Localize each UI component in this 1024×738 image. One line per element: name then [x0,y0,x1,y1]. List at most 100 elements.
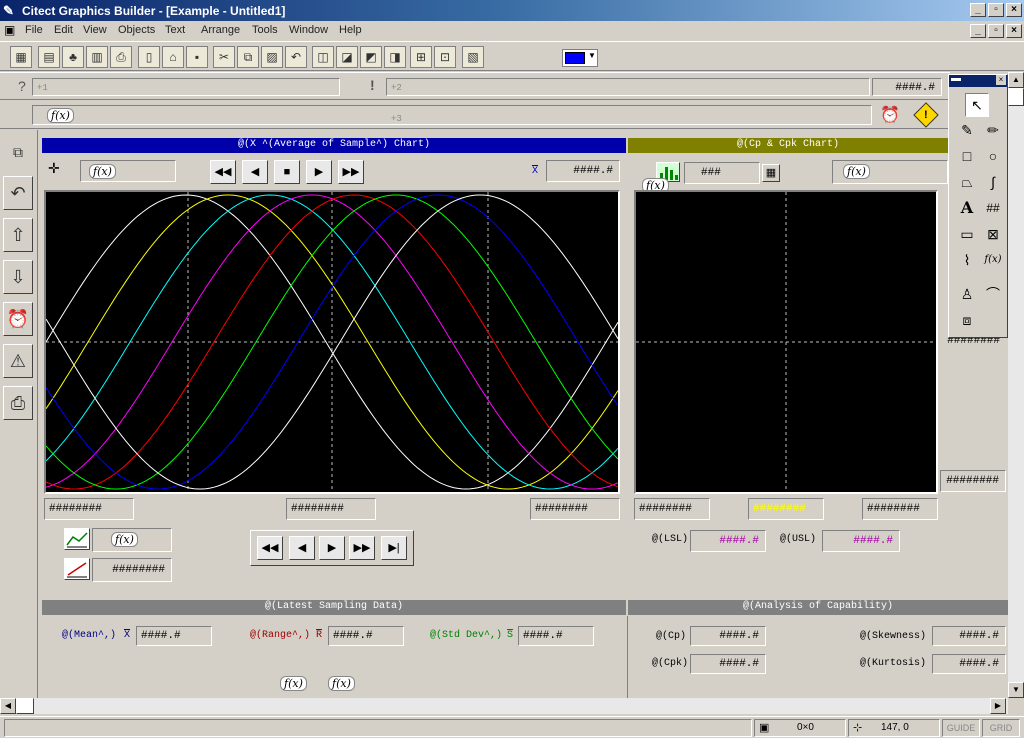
cicode-tool-icon[interactable]: f(x) [981,249,1005,273]
page-icon[interactable]: ▤ [38,46,60,68]
menu-tools[interactable]: Tools [252,24,278,36]
last-record-button[interactable]: ▶| [381,536,407,560]
maximize-button[interactable]: ▫ [988,3,1004,17]
rewind-button[interactable]: ◀◀ [210,160,236,184]
library-icon[interactable]: ▧ [462,46,484,68]
line-tool-icon[interactable]: ✎ [955,119,979,143]
genie-tool-icon[interactable]: ♙ [955,283,979,307]
align-icon[interactable]: ⊞ [410,46,432,68]
scroll-left-icon[interactable]: ◀ [0,698,16,714]
doc-minimize-button[interactable]: _ [970,24,986,38]
doc-close-button[interactable]: × [1006,24,1022,38]
cp-count-field[interactable]: ### [684,162,760,184]
scroll-right-icon[interactable]: ▶ [990,698,1006,714]
fast-forward-button[interactable]: ▶▶ [338,160,364,184]
back-icon[interactable]: ↶ [3,176,33,210]
menu-help[interactable]: Help [339,24,362,36]
doc-icon[interactable]: ▥ [86,46,108,68]
crosshair-icon[interactable]: ✛ [48,160,60,177]
warning-icon[interactable]: ! [913,102,939,128]
symbol-tool-icon[interactable]: ⊠ [981,223,1005,247]
grid-indicator[interactable]: GRID [982,719,1020,737]
stop-button[interactable]: ■ [274,160,300,184]
pen-tool-icon[interactable]: ✏ [981,119,1005,143]
open-folder-icon[interactable]: ⌂ [162,46,184,68]
group-icon[interactable]: ◫ [312,46,334,68]
fx-icon[interactable]: f(x) [328,676,355,691]
doc-restore-button[interactable]: ▫ [988,24,1004,38]
trend-fx-field[interactable]: f(x) [92,528,172,552]
vertical-scrollbar[interactable]: ▲ ▼ [1008,72,1024,698]
horizontal-scroll-thumb[interactable] [16,698,34,714]
rectangle-tool-icon[interactable]: □ [955,145,979,169]
alarm-clock-icon[interactable]: ⏰ [880,105,900,125]
step-forward-button[interactable]: ▶ [306,160,332,184]
new-file-icon[interactable]: ▯ [138,46,160,68]
cp-fx-field[interactable]: f(x) [832,160,948,184]
save-icon[interactable]: ▪ [186,46,208,68]
menu-bar: ▣ File Edit View Objects Text Arrange To… [0,21,1024,40]
menu-window[interactable]: Window [289,24,328,36]
close-button[interactable]: × [1006,3,1022,17]
scroll-up-icon[interactable]: ▲ [1008,72,1024,88]
down-arrow-icon[interactable]: ⇩ [3,260,33,294]
vertical-scroll-thumb[interactable] [1008,88,1024,106]
calendar-icon[interactable]: ▦ [762,164,780,182]
prompt-field-1[interactable]: +1 [32,78,340,96]
pipe-tool-icon[interactable]: ∫ [981,171,1005,195]
paste-icon[interactable]: ▨ [261,46,283,68]
function-field[interactable]: f(x) +3 [32,105,872,125]
color-picker[interactable]: ▼ [562,49,598,67]
scale-icon[interactable] [64,558,90,580]
pointer-tool-icon[interactable]: ↖ [965,93,989,117]
activex-tool-icon[interactable]: ⧈ [955,309,979,333]
guide-indicator[interactable]: GUIDE [942,719,980,737]
menu-file[interactable]: File [25,24,43,36]
menu-text[interactable]: Text [165,24,185,36]
prompt-field-2[interactable]: +2 [386,78,870,96]
toolbox-menu-icon[interactable]: ▬ [951,73,961,84]
horizontal-scrollbar[interactable]: ◀ ▶ [0,698,1008,714]
windows-icon[interactable]: ⧉ [3,136,33,170]
up-arrow-icon[interactable]: ⇧ [3,218,33,252]
trend-icon[interactable] [64,528,90,550]
report-icon[interactable]: ⎙ [3,386,33,420]
help-icon: ? [18,78,26,94]
project-icon[interactable]: ♣ [62,46,84,68]
ellipse-tool-icon[interactable]: ○ [981,145,1005,169]
xbar-fx-field[interactable]: f(x) [80,160,176,182]
ungroup-icon[interactable]: ◪ [336,46,358,68]
menu-objects[interactable]: Objects [118,24,155,36]
polygon-tool-icon[interactable]: ⏢ [955,171,979,195]
first-record-button[interactable]: ◀◀ [257,536,283,560]
undo-icon[interactable]: ↶ [285,46,307,68]
xbar-chart[interactable] [44,190,620,494]
menu-edit[interactable]: Edit [54,24,73,36]
scroll-down-icon[interactable]: ▼ [1008,682,1024,698]
minimize-button[interactable]: _ [970,3,986,17]
step-back-button[interactable]: ◀ [242,160,268,184]
button-tool-icon[interactable]: ▭ [955,223,979,247]
previous-record-button[interactable]: ◀ [289,536,315,560]
panel-divider [627,616,628,698]
menu-arrange[interactable]: Arrange [201,24,240,36]
number-tool-icon[interactable]: ## [981,197,1005,221]
front-icon[interactable]: ◩ [360,46,382,68]
text-tool-icon[interactable]: A [955,197,979,221]
cut-icon[interactable]: ✂ [213,46,235,68]
super-genie-tool-icon[interactable]: ⌒ [981,283,1005,307]
forward-record-button[interactable]: ▶▶ [349,536,375,560]
alarm-clock-icon[interactable]: ⏰ [3,302,33,336]
distribute-icon[interactable]: ⊡ [434,46,456,68]
toolbox-close-icon[interactable]: × [996,75,1006,85]
fx-icon[interactable]: f(x) [280,676,307,691]
back-icon[interactable]: ◨ [384,46,406,68]
alarm-icon[interactable]: ⚠ [3,344,33,378]
cp-chart[interactable] [634,190,938,494]
trend-tool-icon[interactable]: ⌇ [955,249,979,273]
print-icon[interactable]: ⎙ [110,46,132,68]
next-record-button[interactable]: ▶ [319,536,345,560]
calendar-icon[interactable]: ▦ [10,46,32,68]
copy-icon[interactable]: ⧉ [237,46,259,68]
menu-view[interactable]: View [83,24,107,36]
